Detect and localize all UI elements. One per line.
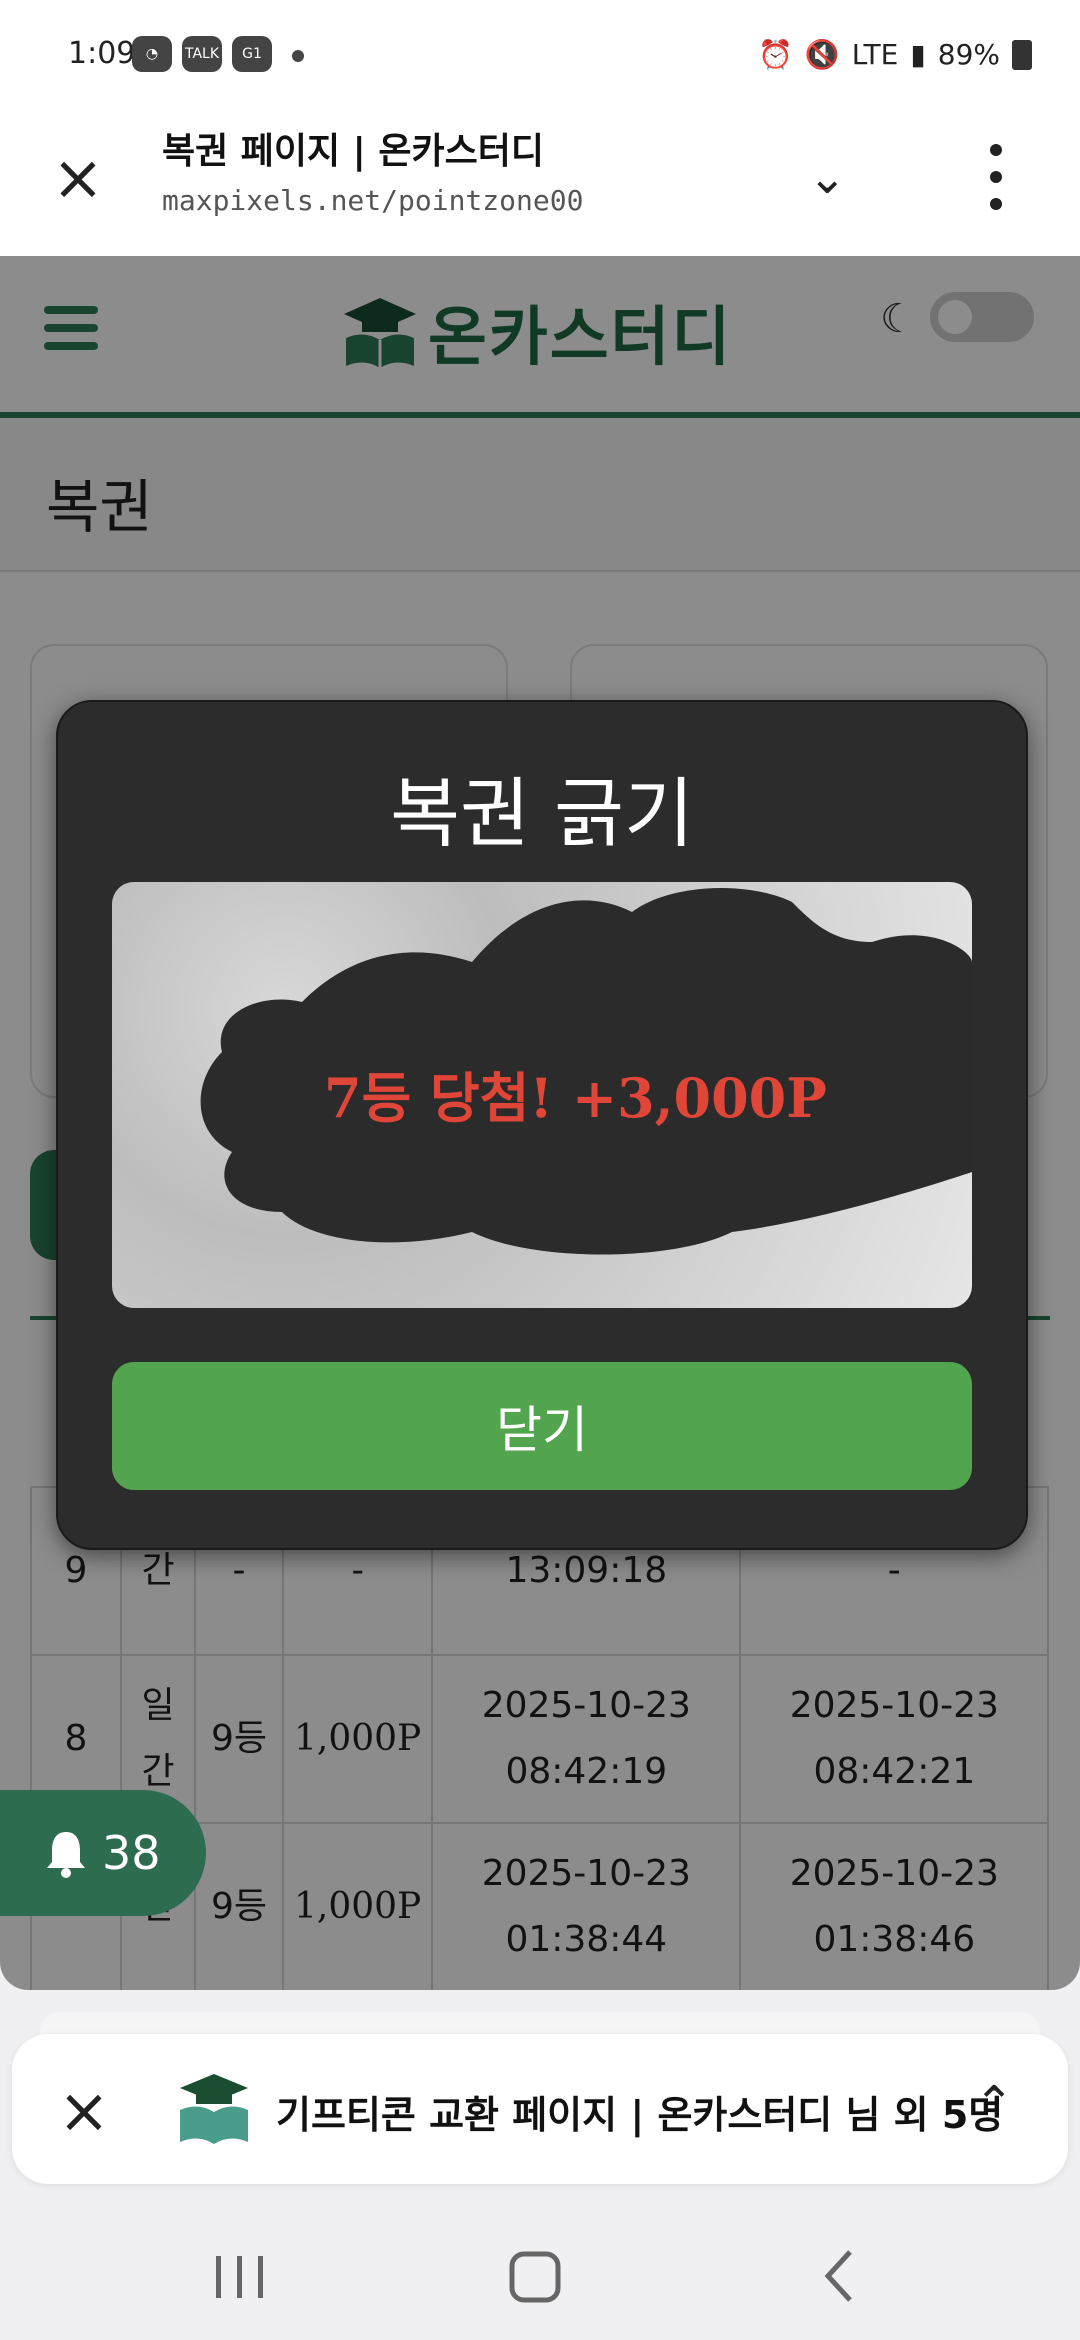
tab-label[interactable]: 기프티콘 교환 페이지 | 온카스터디 님 외 5명 [276,2084,1003,2139]
g1-app-icon: G1 [232,36,272,72]
recent-apps-icon[interactable] [210,2246,270,2306]
lte-label: LTE [851,38,899,71]
browser-page-title: 복권 페이지 | 온카스터디 [162,131,544,172]
browser-toolbar: × 복권 페이지 | 온카스터디 maxpixels.net/pointzone… [0,100,1080,256]
chevron-down-icon[interactable]: ⌄ [808,150,847,204]
browser-url[interactable]: maxpixels.net/pointzone00 [162,184,583,217]
bottom-tab-bar: × 기프티콘 교환 페이지 | 온카스터디 님 외 5명 ⌃ [12,2034,1068,2184]
close-icon[interactable]: × [58,2074,110,2147]
bell-icon [47,1832,85,1878]
scratch-card[interactable]: 7등 당첨! +3,000P [112,882,972,1308]
signal-icon: ▮ [910,38,926,71]
mute-icon: 🔇 [804,38,840,71]
modal-title: 복권 긁기 [390,769,694,858]
alarm-icon: ⏰ [758,38,793,71]
status-app-icons: ◔ TALK G1 [132,36,272,72]
status-time: 1:09 [68,36,136,71]
notification-button[interactable]: 38 [0,1790,206,1916]
notification-count: 38 [102,1826,161,1880]
more-options-icon[interactable] [986,144,1006,210]
prize-text: 7등 당첨! +3,000P [324,1066,827,1130]
close-tab-icon[interactable]: × [52,147,112,209]
status-right: ⏰ 🔇 LTE ▮ 89% [758,38,1032,71]
scratch-lottery-modal: 복권 긁기 7등 당첨! +3,000P 닫기 [56,700,1028,1550]
face-app-icon: ◔ [132,36,172,72]
close-modal-button[interactable]: 닫기 [112,1362,972,1490]
system-nav-bar [0,2200,1080,2340]
battery-icon [1012,39,1032,70]
battery-percent: 89% [937,38,1000,71]
status-bar: 1:09 ◔ TALK G1 ⏰ 🔇 LTE ▮ 89% [0,0,1080,100]
site-thumbnail-icon [180,2074,248,2144]
home-icon[interactable] [506,2246,566,2306]
notification-dot-icon [292,50,304,62]
back-icon[interactable] [810,2246,870,2306]
chevron-up-icon[interactable]: ⌃ [974,2076,1014,2132]
kakaotalk-icon: TALK [182,36,222,72]
